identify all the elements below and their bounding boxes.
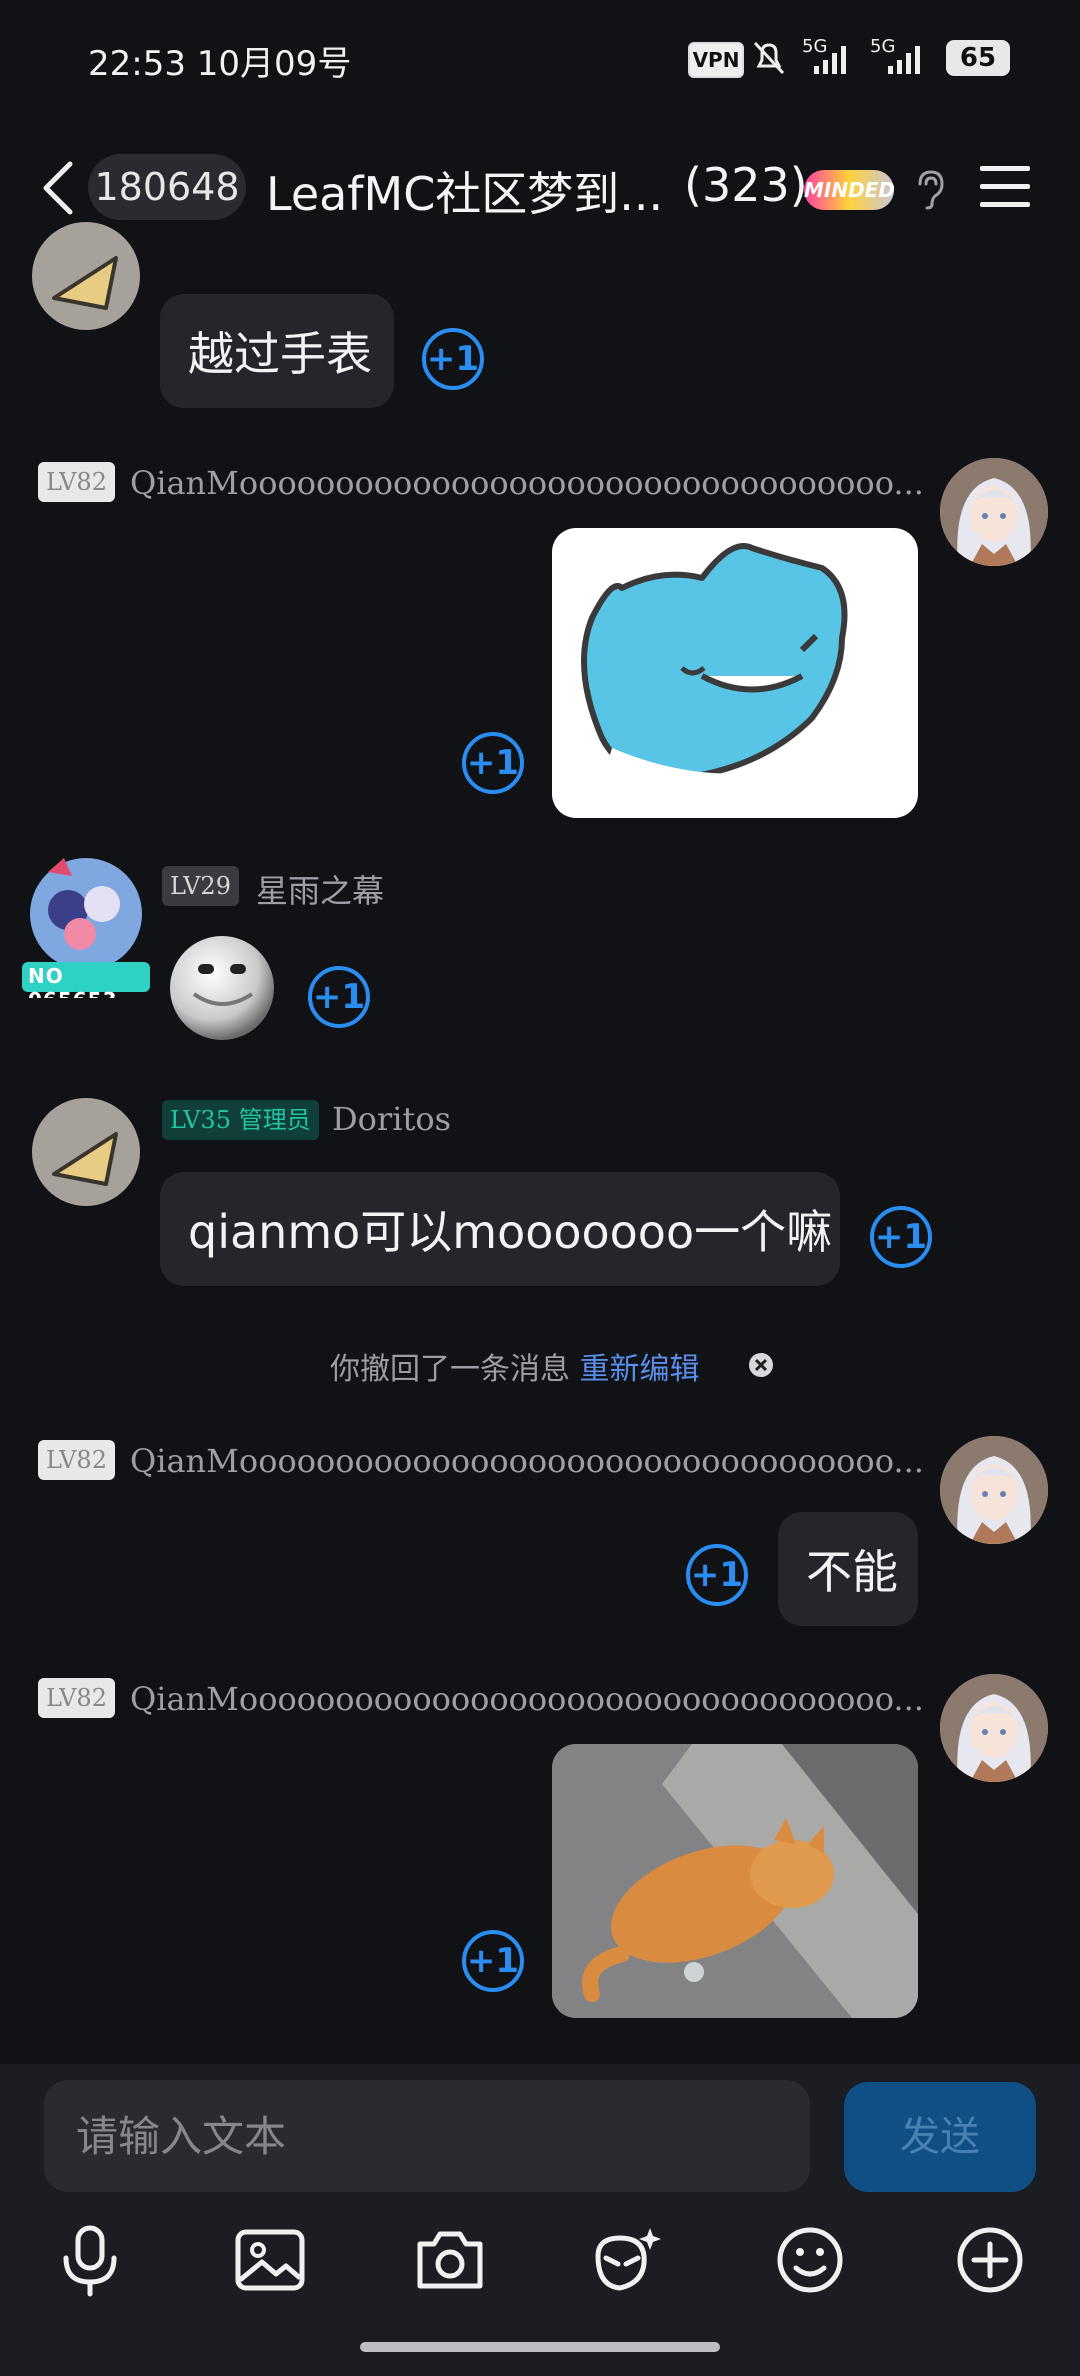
avatar-qianmo[interactable] [940,1436,1048,1544]
message-bubble[interactable]: 不能 [778,1512,918,1626]
image-icon[interactable] [232,2222,308,2298]
recall-notice: 你撤回了一条消息 重新编辑 [330,1344,700,1388]
plus-one-button[interactable]: +1 [462,732,524,794]
white-ball-face-icon [170,936,274,1040]
plus-one-button[interactable]: +1 [462,1930,524,1992]
group-id-badge[interactable]: 180648 [88,154,246,220]
member-count[interactable]: (323) [684,158,808,212]
cat-photo[interactable] [552,1744,918,2018]
sender-name[interactable]: QianMoooooooooooooooooooooooooooooooooo.… [130,464,924,502]
level-badge: LV82 [38,462,115,502]
sender-name[interactable]: QianMoooooooooooooooooooooooooooooooooo.… [130,1680,924,1718]
message-input[interactable] [44,2080,810,2192]
back-arrow-icon[interactable] [36,160,84,216]
nacho-icon [52,256,118,310]
sticker-ball[interactable] [164,928,280,1044]
avatar-number: NO 065653 [28,964,117,998]
plus-one-button[interactable]: +1 [870,1206,932,1268]
menu-icon[interactable] [978,162,1032,212]
status-time: 22:53 10月09号 [88,44,352,84]
signal-icon [814,46,846,74]
avatar-xingyu[interactable]: NO 065653 [18,852,154,998]
avatar-doritos[interactable] [32,222,140,330]
signal-icon-2 [888,46,920,74]
battery-indicator: 65 [946,40,1010,76]
mute-bell-icon [753,41,785,75]
add-icon[interactable] [952,2222,1028,2298]
plus-one-button[interactable]: +1 [308,966,370,1028]
ear-icon[interactable] [914,168,948,210]
anime-avatar-icon [940,1436,1048,1544]
level-badge: LV82 [38,1440,115,1480]
re-edit-link[interactable]: 重新编辑 [580,1352,700,1387]
emoji-icon[interactable] [772,2222,848,2298]
send-button[interactable]: 发送 [844,2082,1036,2192]
blue-cat-sticker-icon [581,543,892,818]
sticker-icon[interactable] [590,2222,666,2298]
sticker-image[interactable] [552,528,918,818]
sender-name[interactable]: Doritos [332,1100,451,1138]
sender-name[interactable]: 星雨之幕 [256,866,384,912]
plus-one-button[interactable]: +1 [686,1544,748,1606]
cat-on-curb-photo-icon [552,1744,918,2018]
avatar-qianmo[interactable] [940,1674,1048,1782]
message-bubble[interactable]: 越过手表 [160,294,394,408]
recall-text: 你撤回了一条消息 [330,1352,570,1387]
level-badge: LV82 [38,1678,115,1718]
plus-one-button[interactable]: +1 [422,328,484,390]
nacho-icon [52,1132,118,1186]
close-icon[interactable] [748,1352,774,1378]
message-bubble[interactable]: qianmo可以mooooooo一个嘛 [160,1172,840,1286]
anime-avatar-icon [940,458,1048,566]
sender-name[interactable]: QianMoooooooooooooooooooooooooooooooooo.… [130,1442,924,1480]
microphone-icon[interactable] [52,2222,128,2298]
level-badge: LV29 [162,866,239,906]
minded-badge: MINDED [804,170,895,210]
avatar-qianmo[interactable] [940,458,1048,566]
camera-icon[interactable] [412,2222,488,2298]
anime-avatar-icon [940,1674,1048,1782]
vpn-indicator: VPN [688,42,744,78]
home-indicator[interactable] [360,2342,720,2352]
group-title[interactable]: LeafMC社区梦到... [266,158,663,224]
level-badge-admin: LV35 管理员 [162,1100,319,1140]
avatar-doritos[interactable] [32,1098,140,1206]
